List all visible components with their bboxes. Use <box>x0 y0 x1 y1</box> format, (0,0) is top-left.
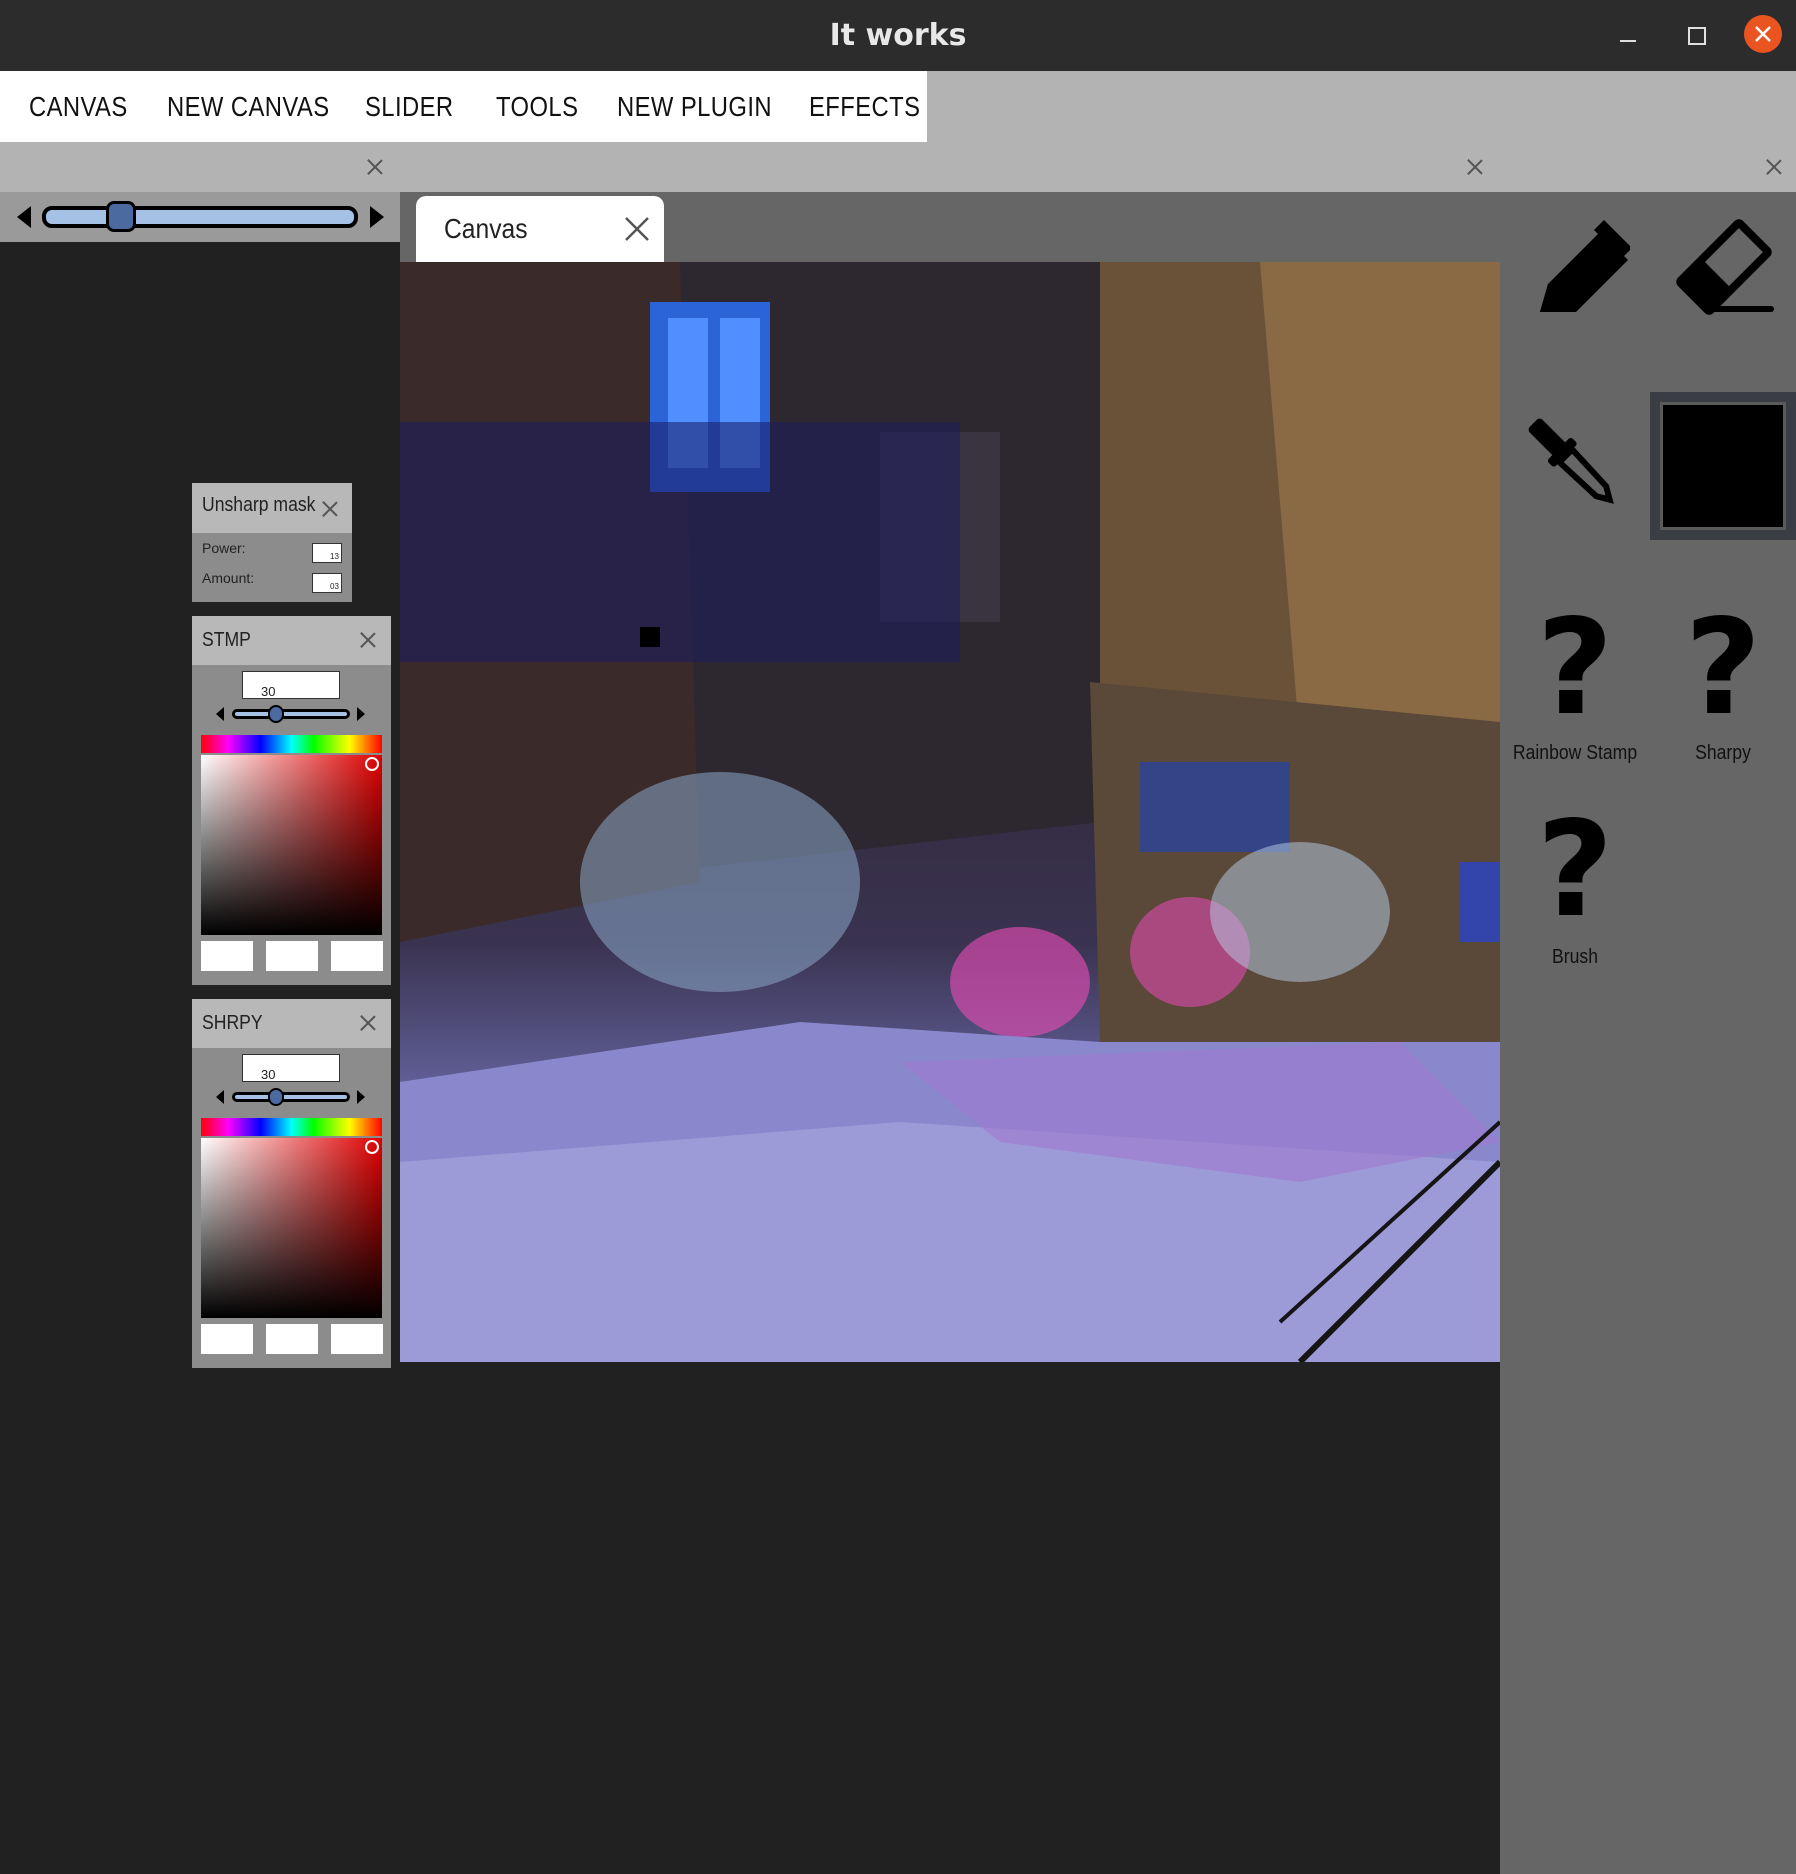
pipette-tool[interactable] <box>1520 410 1630 520</box>
stmp-color-r[interactable] <box>201 941 253 971</box>
sharpy-tool[interactable]: ? Sharpy <box>1648 602 1796 782</box>
close-slider-panel-icon[interactable] <box>367 159 383 175</box>
slider-left-arrow-icon[interactable] <box>17 206 31 228</box>
canvas-image[interactable] <box>400 262 1500 1362</box>
stmp-slider-right-arrow-icon[interactable] <box>357 707 365 721</box>
rainbow-stamp-label: Rainbow Stamp <box>1512 742 1638 764</box>
menu-bar: CANVAS NEW CANVAS SLIDER TOOLS NEW PLUGI… <box>0 71 1796 142</box>
stmp-color-g[interactable] <box>266 941 318 971</box>
stmp-slider-left-arrow-icon[interactable] <box>216 707 224 721</box>
stmp-color-marker[interactable] <box>365 757 379 771</box>
unsharp-mask-title: Unsharp mask <box>202 494 316 516</box>
amount-input[interactable]: 03 <box>312 573 342 593</box>
tools-panel-header <box>1500 142 1796 192</box>
slider-track[interactable] <box>42 206 358 228</box>
close-canvas-panel-icon[interactable] <box>1467 159 1483 175</box>
close-shrpy-icon[interactable] <box>360 1015 376 1031</box>
rainbow-stamp-tool[interactable]: ? Rainbow Stamp <box>1500 602 1650 782</box>
tools-panel: ? Rainbow Stamp ? Sharpy ? Brush <box>1500 192 1796 1874</box>
shrpy-slider-thumb[interactable] <box>268 1088 284 1106</box>
question-mark-icon: ? <box>1536 591 1614 745</box>
close-icon[interactable] <box>624 216 650 242</box>
power-label: Power: <box>202 540 246 556</box>
eraser-tool[interactable] <box>1668 212 1780 322</box>
shrpy-slider-left-arrow-icon[interactable] <box>216 1090 224 1104</box>
stmp-panel: STMP 30 <box>192 616 391 985</box>
question-mark-icon: ? <box>1536 793 1614 947</box>
close-unsharp-mask-icon[interactable] <box>322 501 334 513</box>
close-tools-panel-icon[interactable] <box>1766 159 1782 175</box>
menu-items-area: CANVAS NEW CANVAS SLIDER TOOLS NEW PLUGI… <box>0 71 927 142</box>
pencil-icon <box>1540 220 1632 312</box>
close-window-button[interactable] <box>1744 15 1782 53</box>
sharpy-label: Sharpy <box>1695 742 1751 764</box>
menu-tools[interactable]: TOOLS <box>496 71 578 142</box>
stmp-slider-track[interactable] <box>232 709 350 719</box>
minimize-button[interactable] <box>1607 14 1649 56</box>
question-mark-icon: ? <box>1684 591 1762 745</box>
pencil-tool[interactable] <box>1520 212 1632 322</box>
menu-effects[interactable]: EFFECTS <box>809 71 920 142</box>
shrpy-slider-right-arrow-icon[interactable] <box>357 1090 365 1104</box>
night-street-photo <box>400 262 1500 1362</box>
shrpy-color-g[interactable] <box>266 1324 318 1354</box>
tab-canvas[interactable]: Canvas <box>416 196 664 262</box>
slider-panel <box>0 192 400 242</box>
stmp-color-field[interactable] <box>201 755 382 935</box>
window-title: It works <box>829 18 967 53</box>
stmp-hue-bar[interactable] <box>201 735 382 753</box>
slider-panel-header <box>0 142 400 192</box>
shrpy-title: SHRPY <box>202 1012 263 1034</box>
stmp-slider-thumb[interactable] <box>268 705 284 723</box>
shrpy-slider-track[interactable] <box>232 1092 350 1102</box>
menu-new-canvas[interactable]: NEW CANVAS <box>167 71 329 142</box>
shrpy-size-input[interactable]: 30 <box>242 1054 340 1082</box>
shrpy-color-b[interactable] <box>331 1324 383 1354</box>
menu-new-plugin[interactable]: NEW PLUGIN <box>617 71 772 142</box>
pipette-icon <box>1528 418 1614 504</box>
stmp-size-input[interactable]: 30 <box>242 671 340 699</box>
stmp-title: STMP <box>202 629 251 651</box>
power-input[interactable]: 13 <box>312 543 342 563</box>
slider-thumb[interactable] <box>106 201 136 232</box>
amount-label: Amount: <box>202 570 255 586</box>
canvas-panel-header <box>400 142 1500 192</box>
eraser-icon <box>1676 219 1774 315</box>
shrpy-color-marker[interactable] <box>365 1140 379 1154</box>
close-stmp-icon[interactable] <box>360 632 376 648</box>
shrpy-color-r[interactable] <box>201 1324 253 1354</box>
menu-canvas[interactable]: CANVAS <box>29 71 128 142</box>
close-icon <box>1755 26 1771 42</box>
current-color-swatch[interactable] <box>1650 392 1796 540</box>
canvas-tab-label: Canvas <box>444 213 528 244</box>
shrpy-panel: SHRPY 30 <box>192 999 391 1368</box>
maximize-button[interactable] <box>1675 14 1717 56</box>
brush-tool[interactable]: ? Brush <box>1500 804 1650 984</box>
unsharp-mask-panel: Unsharp mask Power: 13 Amount: 03 <box>192 483 352 602</box>
shrpy-hue-bar[interactable] <box>201 1118 382 1136</box>
title-bar: It works <box>0 0 1796 71</box>
current-color-fill <box>1660 402 1786 530</box>
menu-slider[interactable]: SLIDER <box>365 71 454 142</box>
slider-right-arrow-icon[interactable] <box>370 206 384 228</box>
brush-label: Brush <box>1552 946 1598 968</box>
stmp-color-b[interactable] <box>331 941 383 971</box>
shrpy-color-field[interactable] <box>201 1138 382 1318</box>
